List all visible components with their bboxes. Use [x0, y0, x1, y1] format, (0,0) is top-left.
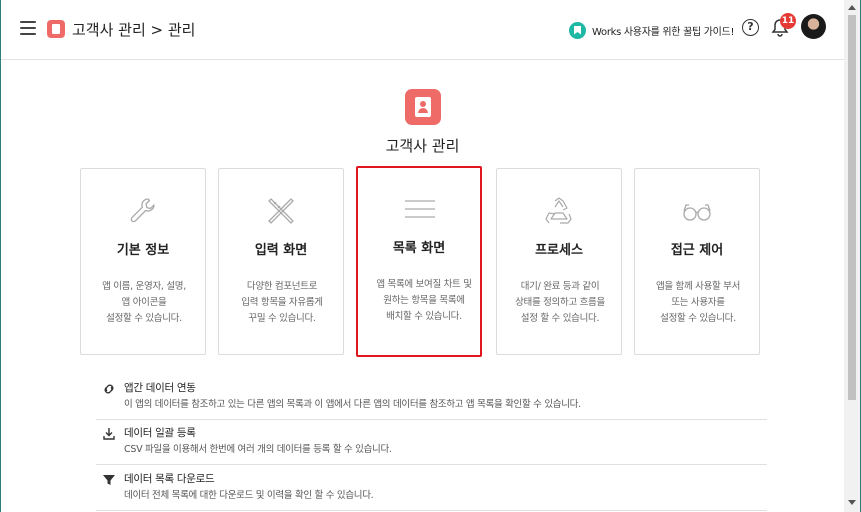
app-title: 고객사 관리	[385, 137, 460, 155]
vertical-scrollbar[interactable]	[844, 0, 860, 512]
scroll-thumb[interactable]	[848, 15, 856, 400]
bookmark-icon	[569, 21, 586, 39]
glasses-icon	[683, 204, 711, 221]
tips-guide-label: Works 사용자를 위한 꿀팁 가이드!	[592, 26, 735, 38]
avatar[interactable]	[801, 14, 826, 39]
filter-icon	[103, 475, 115, 485]
card-input-screen[interactable]: 입력 화면 다양한 컴포넌트로 입력 항목을 자유롭게 꾸밀 수 있습니다.	[218, 168, 344, 355]
recycle-icon	[545, 197, 572, 224]
card-title: 입력 화면	[254, 243, 308, 258]
download-icon	[103, 428, 115, 440]
card-title: 접근 제어	[670, 243, 724, 258]
list-item-description: 데이터 전체 목록에 대한 다운로드 및 이력을 확인 할 수 있습니다.	[124, 490, 374, 501]
card-list-screen[interactable]: 목록 화면 앱 목록에 보여질 차트 및 원하는 항목을 목록에 배치할 수 있…	[356, 166, 482, 357]
list-lines-icon	[405, 200, 435, 218]
card-description: 앱을 함께 사용할 부서 또는 사용자를 설정할 수 있습니다.	[655, 281, 741, 324]
list-item-app-data-link[interactable]: 앱간 데이터 연동 이 앱의 데이터를 참조하고 있는 다른 앱의 목록과 이 …	[96, 376, 767, 420]
link-icon	[104, 384, 114, 394]
card-description: 앱 목록에 보여질 차트 및 원하는 항목을 목록에 배치할 수 있습니다.	[376, 279, 472, 322]
card-title: 기본 정보	[116, 243, 170, 258]
card-process[interactable]: 프로세스 대기/ 완료 등과 같이 상태를 정의하고 흐름을 설정 할 수 있습…	[496, 168, 622, 355]
hamburger-menu-icon[interactable]	[20, 21, 36, 35]
list-item-description: CSV 파일을 이용해서 한번에 여러 개의 데이터를 등록 할 수 있습니다.	[124, 444, 392, 455]
pencil-ruler-icon	[268, 198, 294, 224]
list-item-data-download[interactable]: 데이터 목록 다운로드 데이터 전체 목록에 대한 다운로드 및 이력을 확인 …	[96, 467, 767, 511]
list-item-title: 데이터 일괄 등록	[124, 427, 196, 439]
notification-badge: 11	[780, 13, 796, 29]
scroll-down-arrow-icon[interactable]	[848, 500, 856, 505]
list-item-title: 데이터 목록 다운로드	[124, 473, 215, 485]
top-header: 고객사 관리 > 관리 Works 사용자를 위한 꿀팁 가이드! ? 11	[1, 0, 844, 60]
help-icon[interactable]: ?	[742, 19, 759, 36]
app-logo-icon	[405, 89, 441, 125]
card-description: 대기/ 완료 등과 같이 상태를 정의하고 흐름을 설정 할 수 있습니다.	[515, 281, 605, 324]
app-icon	[47, 20, 65, 38]
wrench-icon	[130, 198, 155, 223]
card-title: 프로세스	[535, 243, 583, 258]
tips-guide-link[interactable]: Works 사용자를 위한 꿀팁 가이드!	[569, 20, 734, 40]
card-description: 앱 이름, 운영자, 설명, 앱 아이콘을 설정할 수 있습니다.	[102, 281, 186, 324]
card-description: 다양한 컴포넌트로 입력 항목을 자유롭게 꾸밀 수 있습니다.	[241, 281, 323, 324]
list-item-description: 이 앱의 데이터를 참조하고 있는 다른 앱의 목록과 이 앱에서 다른 앱의 …	[124, 399, 581, 410]
card-title: 목록 화면	[392, 241, 446, 256]
list-item-title: 앱간 데이터 연동	[124, 382, 196, 394]
card-access-control[interactable]: 접근 제어 앱을 함께 사용할 부서 또는 사용자를 설정할 수 있습니다.	[634, 168, 760, 355]
scroll-up-arrow-icon[interactable]	[848, 5, 856, 10]
breadcrumb: 고객사 관리 > 관리	[72, 21, 196, 39]
list-item-bulk-register[interactable]: 데이터 일괄 등록 CSV 파일을 이용해서 한번에 여러 개의 데이터를 등록…	[96, 421, 767, 465]
card-basic-info[interactable]: 기본 정보 앱 이름, 운영자, 설명, 앱 아이콘을 설정할 수 있습니다.	[80, 168, 206, 355]
